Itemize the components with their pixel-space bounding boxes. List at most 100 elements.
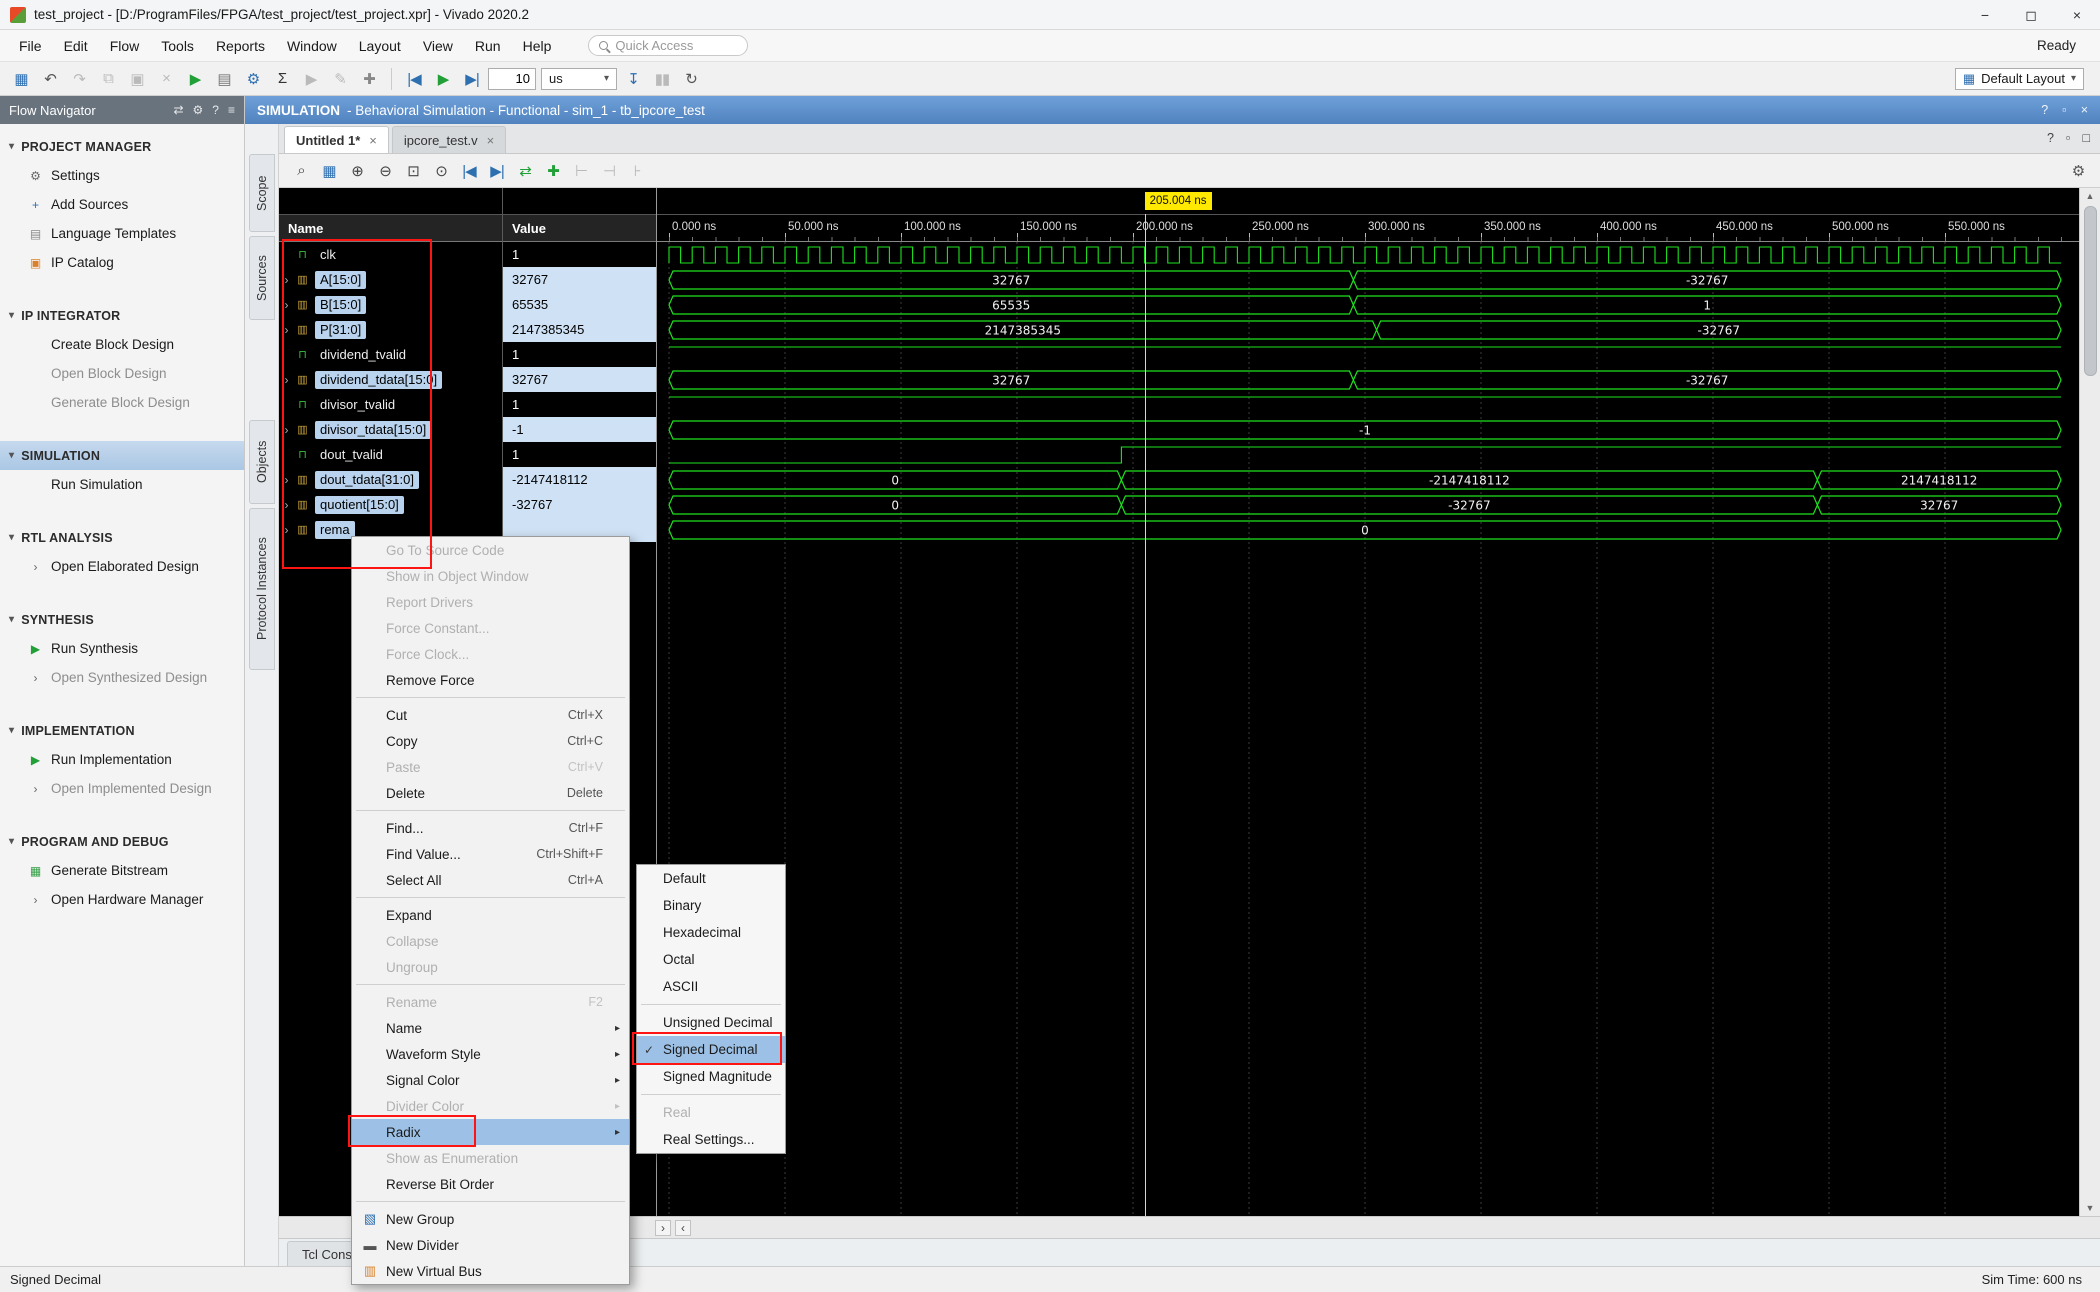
close-button[interactable]: ×	[2054, 0, 2100, 30]
expand-icon[interactable]: ›	[279, 323, 294, 337]
gear-icon[interactable]: ⚙	[193, 103, 204, 117]
flow-item-generate-bitstream[interactable]: ▦Generate Bitstream	[0, 856, 244, 885]
expand-icon[interactable]: ›	[279, 473, 294, 487]
menu-item-waveform-style[interactable]: Waveform Style▸	[352, 1041, 629, 1067]
quick-access-search[interactable]: Quick Access	[588, 35, 748, 56]
menu-help[interactable]: Help	[512, 33, 563, 59]
flow-section-title-project-manager[interactable]: ▾PROJECT MANAGER	[0, 132, 244, 161]
close-icon[interactable]: ×	[487, 133, 495, 148]
swap-cursor-icon[interactable]: ⇄	[512, 158, 538, 183]
menu-run[interactable]: Run	[464, 33, 512, 59]
signal-row-dividend-tdata-15-0[interactable]: ›▥dividend_tdata[15:0]	[279, 367, 502, 392]
menu-item-reverse-bit-order[interactable]: Reverse Bit Order	[352, 1171, 629, 1197]
menu-item-new-divider[interactable]: ▬New Divider	[352, 1232, 629, 1258]
scroll-right-icon[interactable]: ›	[655, 1220, 671, 1236]
help-icon[interactable]: ?	[2047, 131, 2054, 145]
scroll-up-icon[interactable]: ▲	[2086, 188, 2095, 204]
menu-flow[interactable]: Flow	[99, 33, 151, 59]
maximize-button[interactable]: ◻	[2008, 0, 2054, 30]
side-tab-objects[interactable]: Objects	[249, 420, 275, 504]
timeline-cursor[interactable]	[1145, 214, 1146, 1216]
signal-row-b-15-0[interactable]: ›▥B[15:0]	[279, 292, 502, 317]
signal-row-a-15-0[interactable]: ›▥A[15:0]	[279, 267, 502, 292]
relaunch-icon[interactable]: ↻	[678, 66, 704, 91]
toggle-columns-icon[interactable]: ⇄	[173, 103, 183, 117]
flow-item-open-elaborated-design[interactable]: ›Open Elaborated Design	[0, 552, 244, 581]
radix-item-octal[interactable]: Octal	[637, 946, 785, 973]
menu-window[interactable]: Window	[276, 33, 348, 59]
menu-item-expand[interactable]: Expand	[352, 902, 629, 928]
scroll-left-icon[interactable]: ‹	[675, 1220, 691, 1236]
collapse-panel-icon[interactable]: ≡	[228, 103, 235, 117]
signal-row-clk[interactable]: ⊓clk	[279, 242, 502, 267]
menu-layout[interactable]: Layout	[348, 33, 412, 59]
flow-item-open-hardware-manager[interactable]: ›Open Hardware Manager	[0, 885, 244, 914]
flow-item-create-block-design[interactable]: Create Block Design	[0, 330, 244, 359]
menu-item-select-all[interactable]: Select AllCtrl+A	[352, 867, 629, 893]
radix-item-hexadecimal[interactable]: Hexadecimal	[637, 919, 785, 946]
menu-item-new-virtual-bus[interactable]: ▥New Virtual Bus	[352, 1258, 629, 1284]
previous-transition-icon[interactable]: |◀	[456, 158, 482, 183]
sum-icon[interactable]: Σ	[269, 66, 295, 91]
menu-item-find[interactable]: Find...Ctrl+F	[352, 815, 629, 841]
signal-row-divisor-tdata-15-0[interactable]: ›▥divisor_tdata[15:0]	[279, 417, 502, 442]
menu-view[interactable]: View	[412, 33, 464, 59]
flow-section-title-implementation[interactable]: ▾IMPLEMENTATION	[0, 716, 244, 745]
flow-section-title-synthesis[interactable]: ▾SYNTHESIS	[0, 605, 244, 634]
flow-section-title-rtl-analysis[interactable]: ▾RTL ANALYSIS	[0, 523, 244, 552]
expand-icon[interactable]: ›	[279, 373, 294, 387]
menu-item-find-value[interactable]: Find Value...Ctrl+Shift+F	[352, 841, 629, 867]
menu-tools[interactable]: Tools	[150, 33, 205, 59]
wave-settings-gear-icon[interactable]: ⚙	[2065, 158, 2091, 183]
run-button-icon[interactable]: ▶	[182, 66, 208, 91]
settings-gear-icon[interactable]: ⚙	[240, 66, 266, 91]
flow-item-open-block-design[interactable]: Open Block Design	[0, 359, 244, 388]
timeline-ruler[interactable]: 0.000 ns50.000 ns100.000 ns150.000 ns200…	[657, 214, 2079, 242]
flow-item-language-templates[interactable]: ▤Language Templates	[0, 219, 244, 248]
menu-item-signal-color[interactable]: Signal Color▸	[352, 1067, 629, 1093]
zoom-to-cursor-icon[interactable]: ⊙	[428, 158, 454, 183]
flow-item-run-synthesis[interactable]: ▶Run Synthesis	[0, 634, 244, 663]
radix-item-ascii[interactable]: ASCII	[637, 973, 785, 1000]
expand-icon[interactable]: ›	[279, 273, 294, 287]
expand-icon[interactable]: ›	[279, 523, 294, 537]
scroll-down-icon[interactable]: ▼	[2086, 1200, 2095, 1216]
side-tab-scope[interactable]: Scope	[249, 154, 275, 232]
simulation-time-input[interactable]	[488, 68, 536, 90]
radix-item-binary[interactable]: Binary	[637, 892, 785, 919]
signal-row-dout-tdata-31-0[interactable]: ›▥dout_tdata[31:0]	[279, 467, 502, 492]
find-icon[interactable]: ⌕	[288, 158, 314, 183]
tab-ipcore-test-v[interactable]: ipcore_test.v×	[392, 126, 506, 153]
radix-item-signed-magnitude[interactable]: Signed Magnitude	[637, 1063, 785, 1090]
side-tab-protocol-instances[interactable]: Protocol Instances	[249, 508, 275, 670]
expand-icon[interactable]: ›	[279, 498, 294, 512]
signal-row-quotient-15-0[interactable]: ›▥quotient[15:0]	[279, 492, 502, 517]
close-icon[interactable]: ×	[2081, 103, 2088, 117]
radix-item-signed-decimal[interactable]: ✓Signed Decimal	[637, 1036, 785, 1063]
float-icon[interactable]: ▫	[2066, 131, 2070, 145]
scrollbar-thumb[interactable]	[2084, 206, 2097, 376]
flow-item-add-sources[interactable]: +Add Sources	[0, 190, 244, 219]
expand-icon[interactable]: ›	[279, 423, 294, 437]
tab-untitled-1[interactable]: Untitled 1*×	[284, 126, 389, 153]
radix-item-real-settings[interactable]: Real Settings...	[637, 1126, 785, 1153]
minimize-button[interactable]: −	[1962, 0, 2008, 30]
run-all-icon[interactable]: ▶	[430, 66, 456, 91]
menu-item-radix[interactable]: Radix▸	[352, 1119, 629, 1145]
signal-row-divisor-tvalid[interactable]: ⊓divisor_tvalid	[279, 392, 502, 417]
layout-select[interactable]: ▦ Default Layout ▾	[1955, 68, 2084, 90]
zoom-fit-icon[interactable]: ⊡	[400, 158, 426, 183]
help-icon[interactable]: ?	[212, 103, 219, 117]
restart-sim-icon[interactable]: |◀	[401, 66, 427, 91]
flow-item-open-implemented-design[interactable]: ›Open Implemented Design	[0, 774, 244, 803]
maximize-icon[interactable]: □	[2082, 131, 2090, 145]
flow-section-title-ip-integrator[interactable]: ▾IP INTEGRATOR	[0, 301, 244, 330]
close-icon[interactable]: ×	[369, 133, 377, 148]
flow-item-run-implementation[interactable]: ▶Run Implementation	[0, 745, 244, 774]
vertical-scrollbar[interactable]: ▲ ▼	[2079, 188, 2100, 1216]
flow-section-title-simulation[interactable]: ▾SIMULATION	[0, 441, 244, 470]
undo-icon[interactable]: ↶	[37, 66, 63, 91]
run-for-time-icon[interactable]: ↧	[620, 66, 646, 91]
reports-icon[interactable]: ▤	[211, 66, 237, 91]
menu-reports[interactable]: Reports	[205, 33, 276, 59]
